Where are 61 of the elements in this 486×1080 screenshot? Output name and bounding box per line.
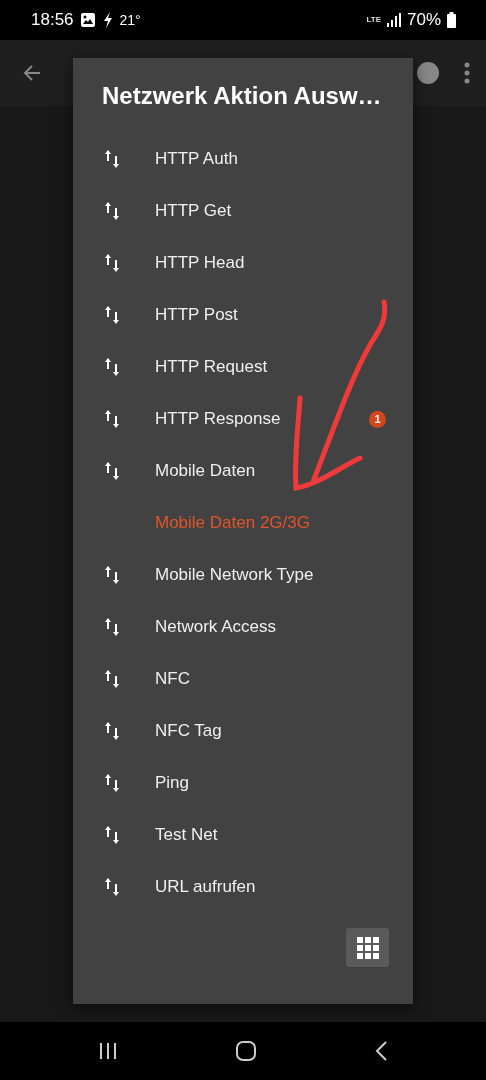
clock-time: 18:56 [31, 10, 74, 30]
up-down-arrows-icon [104, 409, 120, 429]
up-down-arrows-icon [104, 877, 120, 897]
action-label: Mobile Network Type [155, 565, 314, 585]
action-label: Ping [155, 773, 190, 793]
count-badge: 1 [369, 410, 386, 428]
battery-level: 70% [406, 10, 441, 30]
recent-apps-icon[interactable] [99, 1042, 118, 1060]
action-item[interactable]: Ping [73, 757, 413, 809]
up-down-arrows-icon [104, 253, 120, 273]
signal-icon [386, 13, 401, 27]
action-label: NFC [155, 669, 190, 689]
up-down-arrows-icon [104, 721, 120, 741]
home-icon[interactable] [236, 1041, 256, 1061]
action-item[interactable]: HTTP Response 1 [73, 393, 413, 445]
action-item[interactable]: HTTP Auth [73, 133, 413, 185]
action-label: Network Access [155, 617, 276, 637]
battery-icon [447, 12, 456, 28]
temperature: 21° [119, 12, 141, 28]
action-label: HTTP Head [155, 253, 245, 273]
action-item[interactable]: HTTP Head [73, 237, 413, 289]
up-down-arrows-icon [104, 201, 120, 221]
network-type: LTE [366, 16, 381, 24]
up-down-arrows-icon [104, 617, 120, 637]
dialog-title: Netzwerk Aktion Ausw… [101, 81, 383, 111]
action-label: HTTP Get [155, 201, 232, 221]
action-item[interactable]: NFC [73, 653, 413, 705]
up-down-arrows-icon [104, 825, 120, 845]
action-label: HTTP Post [155, 305, 238, 325]
up-down-arrows-icon [104, 669, 120, 689]
lightning-icon [101, 12, 114, 28]
action-label: HTTP Auth [155, 149, 238, 169]
action-label: Test Net [155, 825, 218, 845]
circle-icon[interactable] [416, 61, 440, 85]
action-item[interactable]: NFC Tag [73, 705, 413, 757]
action-item[interactable]: HTTP Post [73, 289, 413, 341]
action-item[interactable]: Test Net [73, 809, 413, 861]
action-item[interactable]: HTTP Get [73, 185, 413, 237]
action-label: Mobile Daten [155, 461, 256, 481]
action-label: Mobile Daten 2G/3G [155, 513, 310, 533]
action-item[interactable]: Network Access [73, 601, 413, 653]
action-label: HTTP Response [155, 409, 281, 429]
action-item[interactable]: Mobile Network Type [73, 549, 413, 601]
up-down-arrows-icon [104, 773, 120, 793]
action-label: URL aufrufen [155, 877, 256, 897]
up-down-arrows-icon [104, 305, 120, 325]
up-down-arrows-icon [104, 149, 120, 169]
back-arrow-icon[interactable] [22, 63, 42, 83]
action-label: HTTP Request [155, 357, 268, 377]
grid-button[interactable] [346, 928, 389, 967]
up-down-arrows-icon [104, 357, 120, 377]
grid-icon [356, 936, 379, 959]
action-item[interactable]: URL aufrufen [73, 861, 413, 913]
action-item[interactable]: Mobile Daten [73, 445, 413, 497]
image-icon [79, 12, 96, 28]
more-options-icon[interactable] [464, 62, 470, 84]
up-down-arrows-icon [104, 565, 120, 585]
action-item[interactable]: HTTP Request [73, 341, 413, 393]
back-icon[interactable] [374, 1041, 387, 1061]
up-down-arrows-icon [104, 461, 120, 481]
action-label: NFC Tag [155, 721, 222, 741]
